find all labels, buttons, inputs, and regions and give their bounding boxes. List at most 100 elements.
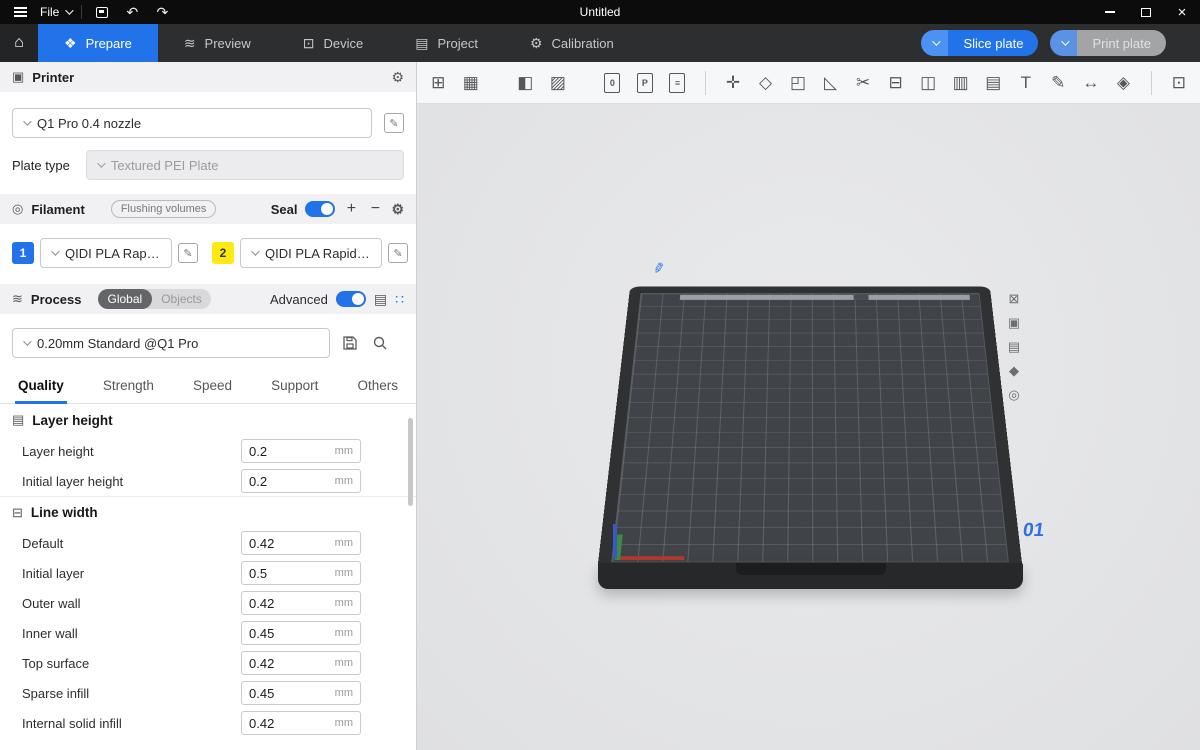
move-icon[interactable]: ✛ (720, 69, 747, 97)
plate-preview-icon[interactable]: ▣ (1005, 314, 1023, 332)
printer-settings-gear-icon[interactable]: ⚙ (391, 69, 404, 86)
plate-notes-icon[interactable]: ≡ (664, 69, 691, 97)
process-preset-select[interactable]: 0.20mm Standard @Q1 Pro (12, 328, 330, 358)
param-label: Initial layer (22, 566, 241, 581)
remove-filament-button[interactable]: − (367, 200, 383, 218)
line-width-initial-layer-input[interactable]: 0.5 mm (241, 561, 361, 585)
variable-layer-height-icon[interactable]: ▤ (980, 69, 1007, 97)
tab-calibration-label: Calibration (552, 36, 614, 51)
cut-icon[interactable]: ✂ (850, 69, 877, 97)
save-icon[interactable] (92, 1, 112, 23)
filament-2-select[interactable]: QIDI PLA Rapido M... (240, 238, 382, 268)
tab-device[interactable]: ⊡ Device (277, 24, 389, 62)
minimize-button[interactable] (1092, 0, 1128, 24)
objects-table-icon[interactable]: ∷ (395, 291, 404, 308)
viewport-canvas[interactable]: ⊠ ▣ ▤ ◆ ◎ 01 ✎ (417, 104, 1200, 750)
param-row: Default 0.42 mm (0, 528, 416, 558)
line-width-top-surface-input[interactable]: 0.42 mm (241, 651, 361, 675)
edit-filament-2-icon[interactable]: ✎ (388, 243, 408, 263)
tab-others[interactable]: Others (357, 368, 398, 404)
line-width-sparse-infill-input[interactable]: 0.45 mm (241, 681, 361, 705)
close-button[interactable]: × (1164, 0, 1200, 24)
print-plate-button[interactable]: Print plate (1050, 30, 1166, 56)
split-objects-icon[interactable]: ◫ (915, 69, 942, 97)
scale-icon[interactable]: ◰ (785, 69, 812, 97)
parameter-list-icon[interactable]: ▤ (374, 291, 387, 308)
measure-icon[interactable]: ↔ (1078, 69, 1105, 97)
plate-settings-icon[interactable]: ◎ (1005, 386, 1023, 404)
sidebar-scrollbar[interactable] (408, 418, 413, 506)
lay-flat-icon[interactable]: ◺ (817, 69, 844, 97)
delete-plate-icon[interactable]: ⊠ (1005, 290, 1023, 308)
arrange-plates-icon[interactable]: ▦ (458, 69, 485, 97)
filament-header-label: Filament (31, 202, 84, 217)
param-label: Sparse infill (22, 686, 241, 701)
param-row: Inner wall 0.45 mm (0, 618, 416, 648)
assembly-view-icon[interactable]: ⊡ (1166, 69, 1193, 97)
tab-speed[interactable]: Speed (193, 368, 232, 404)
search-preset-icon[interactable] (370, 333, 390, 353)
layer-height-input[interactable]: 0.2 mm (241, 439, 361, 463)
line-width-outer-wall-input[interactable]: 0.42 mm (241, 591, 361, 615)
tab-preview[interactable]: ≋ Preview (158, 24, 277, 62)
seal-toggle[interactable] (305, 201, 335, 217)
tab-strength[interactable]: Strength (103, 368, 154, 404)
seam-icon[interactable]: ◈ (1110, 69, 1137, 97)
edit-filament-1-icon[interactable]: ✎ (178, 243, 198, 263)
save-preset-icon[interactable] (340, 333, 360, 353)
printer-select[interactable]: Q1 Pro 0.4 nozzle (12, 108, 372, 138)
filament-1-select[interactable]: QIDI PLA Rapido (40, 238, 172, 268)
plate-name-tag-icon[interactable]: ▤ (1005, 338, 1023, 356)
titlebar-left: File ↶ ↷ (0, 1, 172, 23)
filament-slot-1[interactable]: 1 (12, 242, 34, 264)
scope-objects-button[interactable]: Objects (152, 292, 211, 306)
build-plate[interactable] (597, 287, 1023, 572)
tab-quality[interactable]: Quality (18, 368, 64, 404)
arrange-objects-icon[interactable]: ▨ (545, 69, 572, 97)
section-line-width-title: Line width (31, 505, 98, 520)
tab-calibration[interactable]: ⚙ Calibration (504, 24, 640, 62)
line-width-internal-solid-infill-input[interactable]: 0.42 mm (241, 711, 361, 735)
undo-icon[interactable]: ↶ (122, 1, 142, 23)
add-filament-button[interactable]: + (343, 200, 359, 218)
line-width-inner-wall-input[interactable]: 0.45 mm (241, 621, 361, 645)
lock-plate-icon[interactable]: 0 (599, 69, 626, 97)
filament-settings-gear-icon[interactable]: ⚙ (391, 201, 404, 218)
scope-global-button[interactable]: Global (98, 289, 153, 309)
redo-icon[interactable]: ↷ (152, 1, 172, 23)
calibration-icon: ⚙ (530, 35, 543, 52)
process-header-label: Process (31, 292, 82, 307)
split-parts-icon[interactable]: ▥ (947, 69, 974, 97)
param-label: Top surface (22, 656, 241, 671)
text-icon[interactable]: T (1013, 69, 1040, 97)
rotate-icon[interactable]: ◇ (752, 69, 779, 97)
add-plate-icon[interactable]: ⊞ (425, 69, 452, 97)
param-label: Initial layer height (22, 474, 241, 489)
chevron-down-icon (251, 247, 259, 255)
file-menu[interactable]: File (40, 5, 71, 19)
paint-icon[interactable]: ✎ (1045, 69, 1072, 97)
line-width-default-input[interactable]: 0.42 mm (241, 531, 361, 555)
menu-icon[interactable] (10, 1, 30, 23)
print-dropdown-icon[interactable] (1050, 30, 1077, 56)
plate-number-label[interactable]: 01 (1021, 520, 1045, 542)
param-row: Internal solid infill 0.42 mm (0, 708, 416, 738)
clone-icon[interactable]: ⊟ (882, 69, 909, 97)
tab-project[interactable]: ▤ Project (389, 24, 504, 62)
plate-type-select[interactable]: Textured PEI Plate (86, 150, 404, 180)
auto-orient-icon[interactable]: ◧ (512, 69, 539, 97)
maximize-button[interactable] (1128, 0, 1164, 24)
flushing-volumes-button[interactable]: Flushing volumes (111, 200, 217, 218)
plate-name-icon[interactable]: P (632, 69, 659, 97)
tab-prepare[interactable]: ❖ Prepare (38, 24, 158, 62)
edit-printer-icon[interactable]: ✎ (384, 113, 404, 133)
build-plate-front-edge (598, 563, 1023, 589)
tab-support[interactable]: Support (271, 368, 318, 404)
filament-slot-2[interactable]: 2 (212, 242, 234, 264)
lock-plate-icon[interactable]: ◆ (1005, 362, 1023, 380)
slice-dropdown-icon[interactable] (921, 30, 948, 56)
advanced-toggle[interactable] (336, 291, 366, 307)
initial-layer-height-input[interactable]: 0.2 mm (241, 469, 361, 493)
slice-plate-button[interactable]: Slice plate (921, 30, 1038, 56)
home-button[interactable]: ⌂ (0, 24, 38, 62)
